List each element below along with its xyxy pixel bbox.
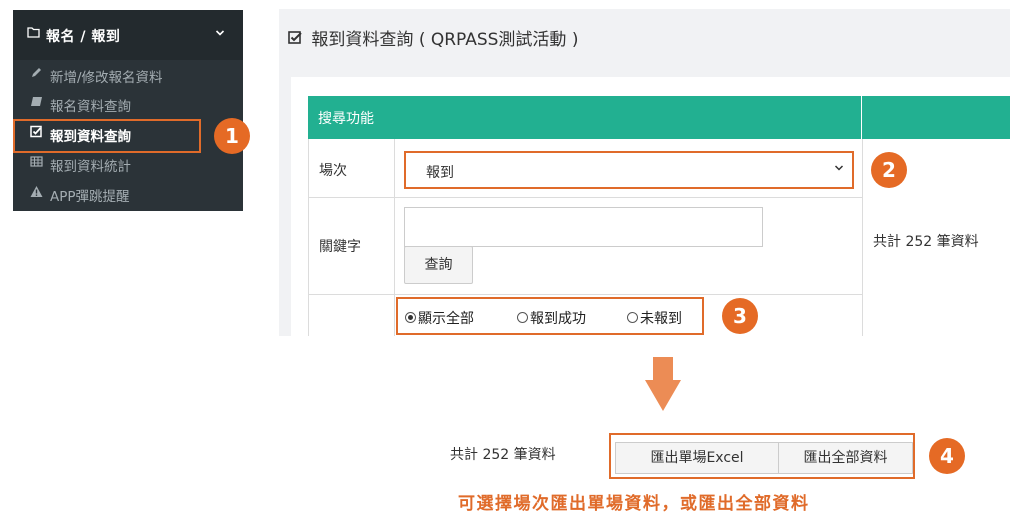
step-badge-3: 3 <box>722 298 758 334</box>
chevron-down-icon <box>834 163 844 176</box>
highlight-box-step-1 <box>13 119 201 153</box>
radio-unselected-icon <box>517 312 528 323</box>
search-header-label: 搜尋功能 <box>318 111 374 127</box>
filter-radio-not-checked-in[interactable]: 未報到 <box>627 308 682 328</box>
book-icon <box>30 95 44 111</box>
table-row-divider <box>308 197 863 198</box>
sidebar-header[interactable]: 報名 / 報到 <box>13 10 243 60</box>
search-button[interactable]: 查詢 <box>404 246 473 284</box>
filter-label: 未報到 <box>640 311 682 327</box>
sidebar-item-registration-query[interactable]: 報名資料查詢 <box>13 89 243 118</box>
down-arrow-icon <box>653 357 673 381</box>
keyword-input[interactable] <box>404 207 763 247</box>
session-select-value: 報到 <box>426 165 454 181</box>
export-single-excel-button[interactable]: 匯出單場Excel <box>615 442 779 474</box>
sidebar-header-title: 報名 / 報到 <box>46 29 121 45</box>
sidebar-item-label: 新增/修改報名資料 <box>50 70 163 86</box>
sidebar-item-edit-registration[interactable]: 新增/修改報名資料 <box>13 60 243 89</box>
sidebar-item-app-reminder[interactable]: APP彈跳提醒 <box>13 179 243 208</box>
filter-label: 報到成功 <box>530 311 586 327</box>
down-arrow-head <box>645 380 681 411</box>
step-badge-2: 2 <box>871 152 907 188</box>
header-divider <box>861 96 862 139</box>
page-title-text: 報到資料查詢 <box>311 30 414 50</box>
sidebar: 報名 / 報到 新增/修改報名資料 報名資料查詢 報到資料查詢 報到資料統計 A… <box>13 10 243 211</box>
warning-icon <box>30 185 44 201</box>
export-button-group: 匯出單場Excel 匯出全部資料 <box>609 433 915 479</box>
checkin-filter-group: 顯示全部 報到成功 未報到 <box>396 297 704 335</box>
sidebar-item-checkin-stats[interactable]: 報到資料統計 <box>13 149 243 178</box>
filter-label: 顯示全部 <box>418 311 474 327</box>
keyword-label: 關鍵字 <box>319 239 361 255</box>
session-label: 場次 <box>319 163 347 179</box>
page-subtitle: ( QRPASS測試活動 ) <box>418 30 579 50</box>
filter-radio-all[interactable]: 顯示全部 <box>405 308 474 328</box>
pencil-icon <box>30 66 44 82</box>
total-count-text: 共計 252 筆資料 <box>450 447 556 463</box>
step-badge-1: 1 <box>214 118 250 154</box>
folder-icon <box>27 26 40 42</box>
grid-icon <box>30 155 44 171</box>
radio-unselected-icon <box>627 312 638 323</box>
table-row-divider <box>308 294 863 295</box>
step-badge-4: 4 <box>929 438 965 474</box>
chevron-down-icon <box>215 26 225 42</box>
caption-text: 可選擇場次匯出單場資料，或匯出全部資料 <box>458 494 810 514</box>
page-title: 報到資料查詢 ( QRPASS測試活動 ) <box>288 25 578 50</box>
export-all-button[interactable]: 匯出全部資料 <box>778 442 913 474</box>
session-select[interactable]: 報到 <box>404 151 854 189</box>
radio-selected-icon <box>405 312 416 323</box>
total-count-text: 共計 252 筆資料 <box>873 234 979 250</box>
sidebar-item-label: 報到資料統計 <box>50 159 131 175</box>
table-divider <box>862 139 863 336</box>
table-divider <box>394 139 395 336</box>
sidebar-item-label: APP彈跳提醒 <box>50 189 130 205</box>
checkbox-icon <box>288 30 306 49</box>
search-table-header: 搜尋功能 <box>308 96 1010 139</box>
filter-radio-checked-in[interactable]: 報到成功 <box>517 308 586 328</box>
sidebar-item-label: 報名資料查詢 <box>50 99 131 115</box>
table-border <box>308 139 309 336</box>
